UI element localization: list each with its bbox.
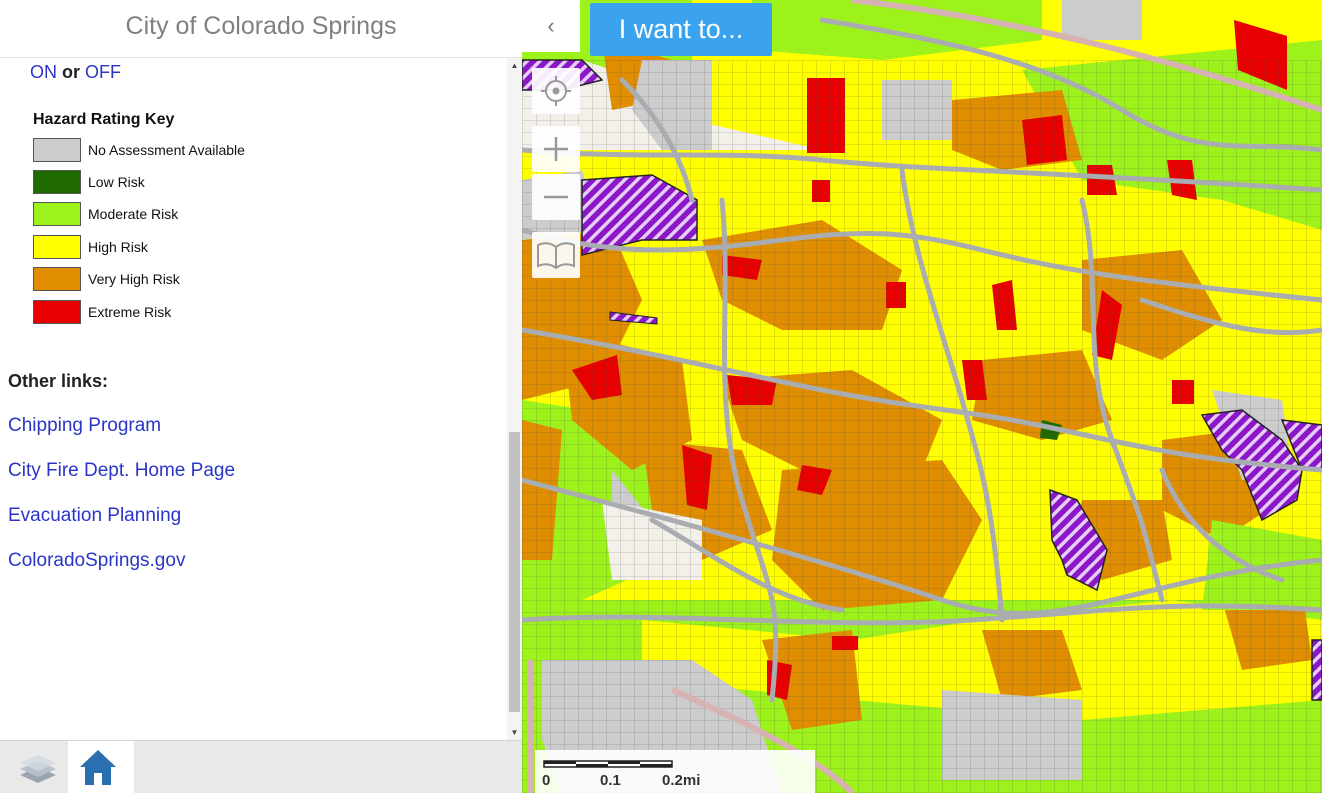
home-button[interactable] [68,741,134,794]
zoom-in-icon [544,137,568,161]
legend-label: Extreme Risk [88,304,172,320]
link-chipping-program[interactable]: Chipping Program [8,415,161,437]
bookmarks-icon [537,242,575,270]
home-icon [80,750,116,785]
map-view[interactable] [522,0,1322,793]
scroll-up-arrow-icon[interactable]: ▲ [507,58,522,73]
legend-swatch [33,300,81,324]
scale-bar-graphic [543,760,673,768]
legend-swatch [33,170,81,194]
chevron-left-icon: ‹ [547,13,555,38]
side-panel: City of Colorado Springs ON or OFF Hazar… [0,0,522,794]
legend-swatch [33,138,81,162]
layer-toggle: ON or OFF [30,62,121,83]
legend-label: High Risk [88,239,148,255]
zoom-out-button[interactable] [532,174,580,220]
link-evacuation-planning[interactable]: Evacuation Planning [8,505,181,527]
layers-icon [20,755,56,783]
on-link[interactable]: ON [30,62,57,82]
panel-header: City of Colorado Springs [0,0,522,58]
link-fire-dept[interactable]: City Fire Dept. Home Page [8,460,235,482]
legend-label: Very High Risk [88,271,180,287]
bookmarks-button[interactable] [532,232,580,278]
panel-scrollbar[interactable]: ▲ ▼ [507,58,522,740]
locate-button[interactable] [532,68,580,114]
scale-label: 0 [542,772,551,789]
or-text: or [62,62,81,82]
i-want-to-button[interactable]: I want to... [590,3,772,56]
collapse-panel-button[interactable]: ‹ [522,0,580,52]
map-canvas [522,0,1322,793]
legend-swatch [33,235,81,259]
legend-swatch [33,202,81,226]
panel-footer [0,740,522,794]
legend-swatch [33,267,81,291]
zoom-out-icon [544,195,568,199]
legend-label: Moderate Risk [88,206,179,222]
scale-label: 0.1 [600,772,621,789]
link-coloradosprings-gov[interactable]: ColoradoSprings.gov [8,550,185,572]
scale-label: 0.2mi [662,772,701,789]
scroll-down-arrow-icon[interactable]: ▼ [507,725,522,740]
legend-label: No Assessment Available [88,142,245,158]
layers-button[interactable] [2,741,68,794]
legend-title: Hazard Rating Key [33,111,175,128]
panel-content: ON or OFF Hazard Rating Key No Assessmen… [0,58,507,740]
locate-icon [541,76,571,106]
scroll-thumb[interactable] [509,432,520,712]
panel-title: City of Colorado Springs [125,12,397,40]
scale-bar: 0 0.1 0.2mi [535,750,815,793]
zoom-in-button[interactable] [532,126,580,172]
off-link[interactable]: OFF [85,62,121,82]
legend-label: Low Risk [88,174,145,190]
other-links-title: Other links: [8,371,109,391]
